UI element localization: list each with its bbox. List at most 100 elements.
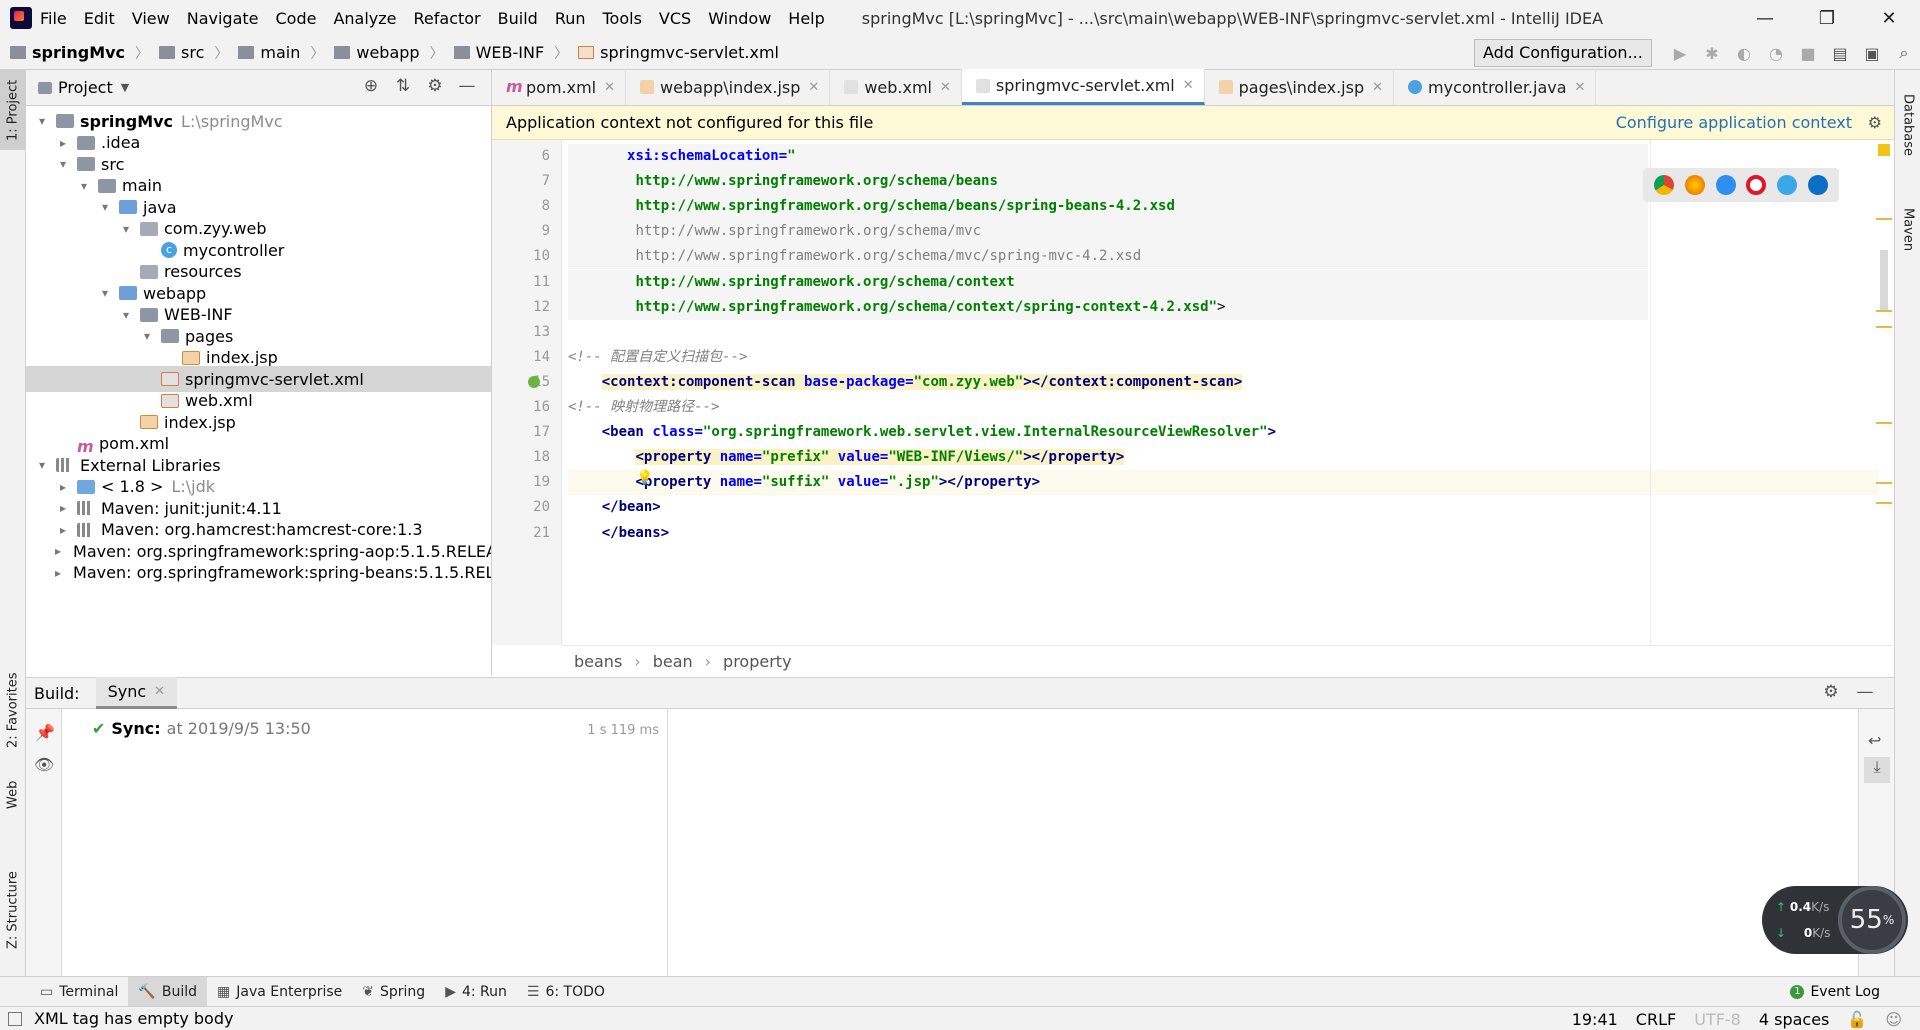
code-line[interactable]: http://www.springframework.org/schema/co… xyxy=(568,294,1648,320)
hide-icon[interactable]: — xyxy=(451,76,483,96)
lock-icon[interactable]: 🔓 xyxy=(1847,1010,1867,1029)
menu-view[interactable]: View xyxy=(132,9,170,28)
close-icon[interactable]: ✕ xyxy=(1858,0,1920,36)
debug-icon[interactable]: ✱ xyxy=(1696,40,1728,66)
project-view-selector[interactable]: Project xyxy=(58,78,113,97)
project-structure-icon[interactable]: ▤ xyxy=(1824,40,1856,66)
chevron-down-icon[interactable]: ▾ xyxy=(97,200,113,214)
editor-tab[interactable]: m pom.xml ✕ xyxy=(492,69,627,105)
nav-crumb[interactable]: main 〉 xyxy=(238,43,324,63)
code-line[interactable]: </bean> xyxy=(568,495,1878,520)
sync-tab[interactable]: Sync ✕ xyxy=(95,677,178,709)
code-line[interactable]: http://www.springframework.org/schema/co… xyxy=(568,269,1648,295)
warning-indicator-icon[interactable] xyxy=(1878,144,1890,156)
menu-help[interactable]: Help xyxy=(788,9,824,28)
caret-position[interactable]: 19:41 xyxy=(1572,1010,1618,1029)
chevron-right-icon[interactable]: ▸ xyxy=(55,544,61,558)
settings-icon[interactable]: ⚙ xyxy=(1814,682,1848,702)
editor-tab[interactable]: mycontroller.java ✕ xyxy=(1394,69,1597,105)
code-line[interactable]: <context:component-scan base-package="co… xyxy=(568,370,1878,395)
safari-icon[interactable] xyxy=(1715,175,1736,195)
collapse-all-icon[interactable]: ⇅ xyxy=(387,76,419,96)
close-icon[interactable]: ✕ xyxy=(808,80,819,95)
menu-run[interactable]: Run xyxy=(555,9,586,28)
chevron-right-icon[interactable]: ▸ xyxy=(55,480,71,494)
chevron-right-icon[interactable]: ▸ xyxy=(55,566,61,580)
tool-window-button[interactable]: 🔨 Build xyxy=(128,976,207,1007)
chevron-down-icon[interactable]: ▾ xyxy=(34,114,50,128)
code-line[interactable]: <!-- 映射物理路径--> xyxy=(568,395,1878,420)
editor-tab[interactable]: springmvc-servlet.xml ✕ xyxy=(961,69,1205,105)
chrome-icon[interactable] xyxy=(1654,175,1675,195)
tool-window-button[interactable]: ▦ Java Enterprise xyxy=(207,977,352,1007)
restore-icon[interactable]: ❐ xyxy=(1796,0,1858,36)
chevron-down-icon[interactable]: ▾ xyxy=(139,329,155,343)
close-icon[interactable]: ✕ xyxy=(604,80,615,95)
add-configuration-button[interactable]: Add Configuration... xyxy=(1474,39,1652,67)
pin-icon[interactable]: 📌 xyxy=(35,723,55,742)
locate-icon[interactable]: ⊕ xyxy=(355,76,387,96)
menu-tools[interactable]: Tools xyxy=(603,9,642,28)
editor-scrollbar-thumb[interactable] xyxy=(1880,250,1888,310)
code-editor[interactable]: xsi:schemaLocation=" http://www.springfr… xyxy=(562,140,1884,645)
menu-navigate[interactable]: Navigate xyxy=(187,9,259,28)
nav-crumb[interactable]: WEB-INF 〉 xyxy=(453,43,568,63)
structure-stripe-tab[interactable]: Z: Structure xyxy=(0,860,26,960)
nav-crumb[interactable]: springMvc 〉 xyxy=(10,43,149,63)
close-icon[interactable]: ✕ xyxy=(940,80,951,95)
xml-crumb[interactable]: property xyxy=(723,652,792,671)
profile-icon[interactable]: ◔ xyxy=(1760,40,1792,66)
sync-row[interactable]: ✔ Sync: at 2019/9/5 13:50 xyxy=(92,719,311,738)
coverage-icon[interactable]: ◐ xyxy=(1728,40,1760,66)
xml-crumb[interactable]: beans xyxy=(574,652,622,671)
menu-refactor[interactable]: Refactor xyxy=(414,9,481,28)
chevron-down-icon[interactable]: ▾ xyxy=(76,179,92,193)
xml-crumb[interactable]: bean xyxy=(653,652,693,671)
favorites-stripe-tab[interactable]: 2: Favorites xyxy=(0,660,26,760)
close-icon[interactable]: ✕ xyxy=(1575,80,1586,95)
eye-icon[interactable]: 👁 xyxy=(34,755,54,774)
lightbulb-icon[interactable]: 💡 xyxy=(636,470,653,486)
code-line[interactable]: <property name="prefix" value="WEB-INF/V… xyxy=(568,445,1878,470)
chevron-right-icon[interactable]: ▸ xyxy=(55,501,71,515)
editor-scroll-marks[interactable] xyxy=(1876,140,1894,645)
project-stripe-tab[interactable]: 1: Project xyxy=(0,70,26,150)
database-stripe-tab[interactable]: Database xyxy=(1895,80,1920,170)
settings-icon[interactable]: ⚙ xyxy=(419,76,451,96)
web-stripe-tab[interactable]: Web xyxy=(0,770,26,820)
scroll-to-end-icon[interactable]: ⤓ xyxy=(1864,757,1890,783)
gear-icon[interactable]: ⚙ xyxy=(1868,113,1882,132)
tool-window-button[interactable]: ❦ Spring xyxy=(352,977,435,1007)
code-line[interactable]: </beans> xyxy=(568,521,1878,546)
code-line[interactable]: <property name="suffix" value=".jsp"></p… xyxy=(568,470,1878,496)
chevron-down-icon[interactable]: ▾ xyxy=(118,308,134,322)
code-line[interactable]: xsi:schemaLocation=" xyxy=(568,144,1648,169)
code-line[interactable]: <!-- 配置自定义扫描包--> xyxy=(568,345,1878,370)
status-toggle-icon[interactable] xyxy=(8,1011,22,1026)
menu-code[interactable]: Code xyxy=(276,9,317,28)
edge-icon[interactable] xyxy=(1807,175,1828,195)
line-separator[interactable]: CRLF xyxy=(1636,1010,1676,1029)
code-line[interactable] xyxy=(568,320,1878,345)
run-icon[interactable]: ▶ xyxy=(1664,40,1696,66)
firefox-icon[interactable] xyxy=(1684,175,1705,195)
code-line[interactable]: http://www.springframework.org/schema/mv… xyxy=(568,219,1648,245)
nav-crumb[interactable]: src 〉 xyxy=(159,43,228,63)
stop-icon[interactable]: ■ xyxy=(1792,40,1824,66)
editor-tab[interactable]: pages\index.jsp ✕ xyxy=(1205,69,1395,105)
ie-icon[interactable] xyxy=(1776,175,1797,195)
configure-context-link[interactable]: Configure application context xyxy=(1616,113,1852,132)
spring-bean-icon[interactable] xyxy=(528,376,540,388)
opera-icon[interactable] xyxy=(1746,175,1767,195)
menu-build[interactable]: Build xyxy=(498,9,538,28)
chevron-down-icon[interactable]: ▾ xyxy=(34,458,50,472)
encoding[interactable]: UTF-8 xyxy=(1694,1010,1741,1029)
editor-tab[interactable]: web.xml ✕ xyxy=(830,69,962,105)
close-icon[interactable]: ✕ xyxy=(1372,80,1383,95)
inspector-icon[interactable]: ☺ xyxy=(1885,1010,1902,1029)
tree-node[interactable]: ▸ Maven: org.springframework:spring-beans… xyxy=(26,560,491,586)
chevron-right-icon[interactable]: ▸ xyxy=(55,136,71,150)
close-icon[interactable]: ✕ xyxy=(1183,78,1194,93)
editor-tab[interactable]: webapp\index.jsp ✕ xyxy=(626,69,831,105)
chevron-down-icon[interactable]: ▾ xyxy=(118,222,134,236)
